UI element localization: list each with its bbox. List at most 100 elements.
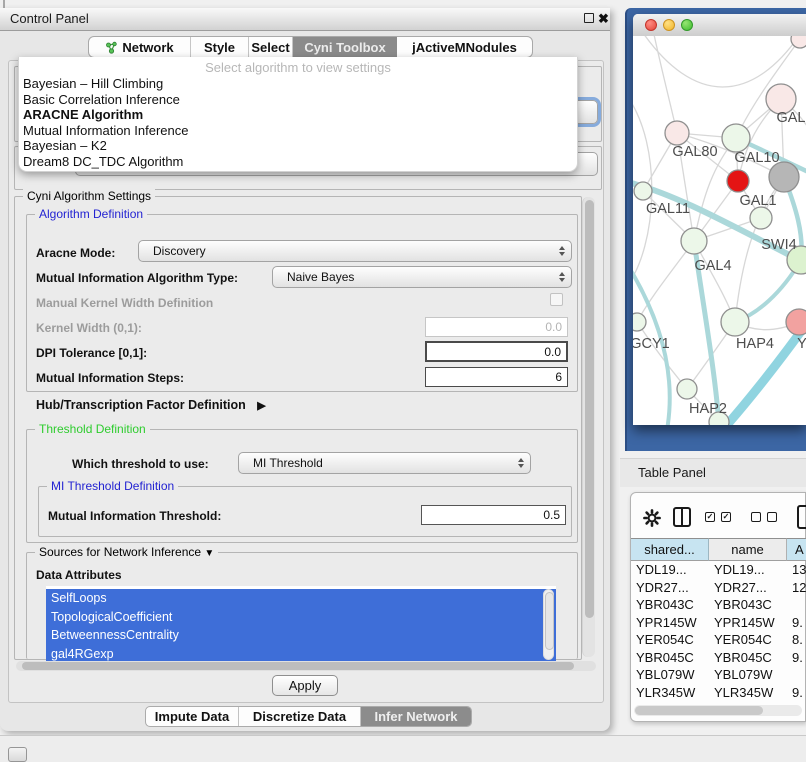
node-gal10[interactable]: [722, 124, 750, 152]
which-threshold-value: MI Threshold: [253, 456, 323, 470]
settings-vertical-scrollbar[interactable]: [582, 197, 595, 657]
cyni-algorithm-settings-title: Cyni Algorithm Settings: [23, 189, 155, 204]
list-item[interactable]: TopologicalCoefficient: [46, 608, 556, 627]
tab-network[interactable]: Network: [89, 37, 191, 57]
algorithm-dropdown-popup: Select algorithm to view settings Bayesi…: [18, 57, 578, 172]
control-panel-titlebar[interactable]: Control Panel: [0, 8, 610, 31]
dropdown-item[interactable]: Mutual Information Inference: [19, 123, 577, 139]
settings-horizontal-scrollbar[interactable]: [16, 661, 596, 671]
cell-shared: YDR27...: [631, 579, 709, 597]
list-item[interactable]: SelfLoops: [46, 589, 556, 608]
table-settings-button[interactable]: [643, 509, 661, 532]
table-row[interactable]: YPR145W YPR145W 9.: [631, 614, 806, 632]
kernel-width-label: Kernel Width (0,1):: [36, 321, 142, 335]
column-header-shared[interactable]: shared...: [631, 538, 709, 561]
tab-jactivemnodules[interactable]: jActiveMNodules: [397, 37, 532, 57]
dropdown-item[interactable]: Basic Correlation Inference: [19, 92, 577, 108]
select-all-button[interactable]: ✓ ✓: [705, 512, 731, 522]
node-gal80[interactable]: [665, 121, 689, 145]
network-window-titlebar[interactable]: [633, 14, 806, 37]
cell-value: [787, 666, 806, 684]
table-row[interactable]: YBL079W YBL079W: [631, 666, 806, 684]
network-icon: [105, 41, 118, 54]
table-row[interactable]: YBR045C YBR045C 9.: [631, 649, 806, 667]
deselect-all-button[interactable]: [751, 512, 777, 522]
node-salmon[interactable]: [786, 309, 806, 335]
which-threshold-combo[interactable]: MI Threshold: [238, 452, 531, 474]
tab-cyni-toolbox[interactable]: Cyni Toolbox: [293, 37, 397, 57]
mi-steps-field[interactable]: 6: [425, 367, 568, 387]
dpi-tolerance-value: 0.0: [544, 345, 561, 359]
node-label: GAL4: [694, 258, 731, 274]
minimize-traffic-light[interactable]: [663, 19, 675, 31]
tab-style-label: Style: [204, 40, 235, 55]
collapsed-arrow-icon: ▶: [257, 400, 265, 412]
node-gal1[interactable]: [750, 207, 772, 229]
table-row[interactable]: YBR043C YBR043C: [631, 596, 806, 614]
tab-impute-data[interactable]: Impute Data: [146, 707, 239, 726]
sources-title: Sources for Network Inference: [39, 545, 201, 559]
node-hap2[interactable]: [677, 379, 697, 399]
cell-value: 9.: [787, 649, 806, 667]
dpi-tolerance-field[interactable]: 0.0: [425, 341, 568, 362]
cell-value: 9: [787, 701, 806, 703]
dpi-tolerance-label: DPI Tolerance [0,1]:: [36, 346, 147, 360]
node-label: Y: [797, 336, 806, 352]
mi-steps-label: Mutual Information Steps:: [36, 371, 184, 385]
cell-value: [787, 596, 806, 614]
column-header-name[interactable]: name: [709, 538, 787, 561]
node-red[interactable]: [727, 170, 749, 192]
tab-infer-network[interactable]: Infer Network: [361, 707, 471, 726]
node-left-small[interactable]: [634, 182, 652, 200]
tab-style[interactable]: Style: [191, 37, 249, 57]
list-scrollbar[interactable]: [543, 589, 554, 660]
node-top-partial[interactable]: [791, 36, 806, 48]
close-icon[interactable]: ✖: [598, 8, 609, 30]
tab-discretize-data[interactable]: Discretize Data: [239, 707, 361, 726]
combo-arrows-icon: [559, 246, 565, 256]
network-canvas[interactable]: GAL GAL80 GAL10 GAL11 GAL1 SWI4 GAL4 GCY…: [633, 36, 806, 425]
node-gcy1[interactable]: [633, 313, 646, 331]
close-traffic-light[interactable]: [645, 19, 657, 31]
float-window-icon[interactable]: [584, 13, 594, 23]
node-label: SWI4: [761, 237, 796, 253]
table-panel-titlebar[interactable]: Table Panel: [620, 458, 806, 487]
export-table-button[interactable]: [797, 505, 806, 529]
node-hap4[interactable]: [721, 308, 749, 336]
table-horizontal-scrollbar[interactable]: [634, 705, 802, 716]
node-label: GAL10: [734, 150, 779, 166]
list-item[interactable]: BetweennessCentrality: [46, 626, 556, 645]
table-row[interactable]: YER054C YER054C 8.: [631, 631, 806, 649]
unchecked-box-icon: [767, 512, 777, 522]
aracne-mode-combo[interactable]: Discovery: [138, 240, 572, 262]
apply-button[interactable]: Apply: [272, 675, 338, 696]
kernel-width-field[interactable]: 0.0: [425, 317, 568, 337]
dropdown-item[interactable]: Bayesian – Hill Climbing: [19, 76, 577, 92]
column-header-partial[interactable]: A: [787, 538, 806, 561]
hub-definition-toggle[interactable]: Hub/Transcription Factor Definition ▶: [36, 398, 266, 412]
column-browser-button[interactable]: [673, 507, 691, 527]
zoom-traffic-light[interactable]: [681, 19, 693, 31]
dropdown-item[interactable]: Dream8 DC_TDC Algorithm: [19, 154, 577, 170]
node-gray[interactable]: [769, 162, 799, 192]
node-label: GCY1: [633, 336, 670, 352]
split-columns-icon: [681, 509, 683, 525]
sources-toggle[interactable]: Sources for Network Inference ▼: [35, 545, 218, 561]
node-gal4[interactable]: [681, 228, 707, 254]
manual-kernel-checkbox[interactable]: [550, 293, 563, 306]
dropdown-item-selected[interactable]: ARACNE Algorithm: [19, 107, 577, 123]
control-panel-tabbar: Network Style Select Cyni Toolbox jActiv…: [88, 36, 533, 58]
data-attributes-list[interactable]: SelfLoops TopologicalCoefficient Between…: [46, 586, 556, 663]
table-row[interactable]: YDR27... YDR27... 12: [631, 579, 806, 597]
table-row[interactable]: YIL052C YIL052C 9: [631, 701, 806, 703]
partial-bottom-button[interactable]: [8, 747, 27, 762]
mi-type-combo[interactable]: Naive Bayes: [272, 266, 572, 288]
mi-threshold-field[interactable]: 0.5: [421, 505, 566, 525]
cell-name: YLR345W: [709, 684, 787, 702]
table-row[interactable]: YLR345W YLR345W 9.: [631, 684, 806, 702]
dropdown-item[interactable]: Bayesian – K2: [19, 138, 577, 154]
network-graph: GAL GAL80 GAL10 GAL11 GAL1 SWI4 GAL4 GCY…: [633, 36, 806, 425]
cell-value: 8.: [787, 631, 806, 649]
tab-select[interactable]: Select: [249, 37, 293, 57]
table-row[interactable]: YDL19... YDL19... 13: [631, 561, 806, 579]
